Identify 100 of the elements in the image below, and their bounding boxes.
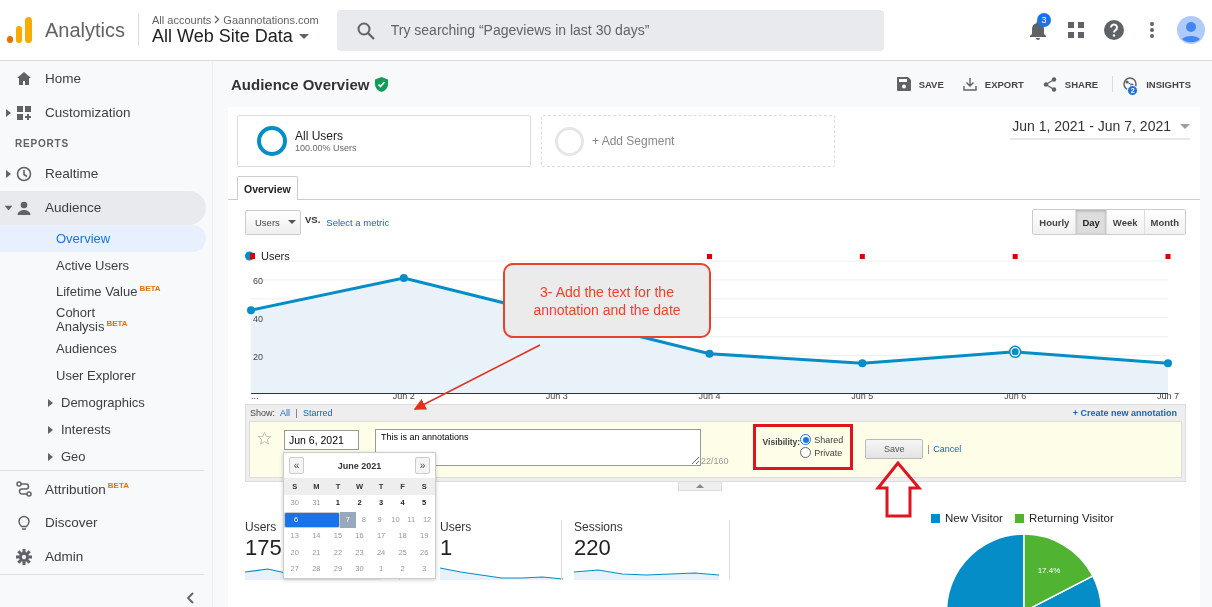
search-icon bbox=[356, 21, 375, 40]
granularity-button[interactable]: Day bbox=[1075, 210, 1106, 234]
caret-right-icon[interactable] bbox=[48, 452, 53, 461]
lightbulb-icon bbox=[16, 515, 32, 531]
view-selector[interactable]: All Web Site Data bbox=[152, 25, 319, 47]
nav-item[interactable]: Demographics bbox=[0, 389, 206, 416]
toolbar-action[interactable]: EXPORT bbox=[962, 77, 1024, 91]
add-segment-label: + Add Segment bbox=[592, 134, 675, 148]
axis-label: 20 bbox=[253, 351, 263, 362]
caret-down-icon bbox=[1180, 123, 1190, 129]
data-point[interactable] bbox=[399, 274, 408, 283]
caret-right-icon[interactable] bbox=[5, 109, 11, 117]
nav-item[interactable]: Admin bbox=[0, 540, 206, 574]
previous-month-button[interactable]: « bbox=[289, 457, 304, 474]
create-annotation-link[interactable]: + Create new annotation bbox=[1072, 408, 1177, 418]
caret-right-icon[interactable] bbox=[48, 425, 53, 434]
hovered-data-point[interactable] bbox=[1008, 345, 1022, 359]
avatar[interactable] bbox=[1177, 16, 1205, 44]
annotation-marker[interactable] bbox=[707, 254, 712, 259]
save-icon bbox=[896, 77, 911, 91]
axis-label: Jun 2 bbox=[392, 391, 415, 401]
apps-grid-icon[interactable] bbox=[1068, 22, 1084, 38]
nav-item[interactable]: Lifetime Value$^{BETA}$ bbox=[0, 279, 206, 306]
tab[interactable]: Overview bbox=[237, 176, 298, 200]
annotation-marker[interactable] bbox=[859, 254, 865, 259]
search-field[interactable]: Try searching “Pageviews in last 30 days” bbox=[336, 9, 884, 51]
visibility-radio[interactable]: Private bbox=[800, 447, 844, 458]
nav-item[interactable]: Interests bbox=[0, 416, 206, 443]
pointer-arrow bbox=[874, 460, 923, 518]
caret-down-icon[interactable] bbox=[4, 205, 12, 211]
save-annotation-button[interactable]: Save bbox=[865, 439, 924, 459]
granularity-button[interactable]: Week bbox=[1105, 210, 1144, 234]
metric-label: Users bbox=[440, 520, 472, 534]
nav-item[interactable]: Customization bbox=[0, 96, 206, 130]
caret-down-icon bbox=[298, 33, 309, 39]
granularity-button[interactable]: Hourly bbox=[1033, 210, 1076, 234]
caret-right-icon[interactable] bbox=[48, 398, 53, 407]
notification-badge: 3 bbox=[1037, 13, 1051, 27]
data-point[interactable] bbox=[858, 359, 867, 368]
toolbar-action[interactable]: SHARE bbox=[1042, 76, 1099, 92]
annotation-marker[interactable] bbox=[1012, 254, 1018, 259]
nav-item[interactable]: Audience bbox=[0, 191, 206, 225]
breadcrumb-link[interactable]: All accounts bbox=[152, 13, 212, 26]
nav-item[interactable]: Cohort Analysis$^{BETA}$ bbox=[0, 306, 206, 335]
legend-label: Returning Visitor bbox=[1028, 512, 1114, 524]
caret-up-icon bbox=[696, 484, 704, 488]
nav-item[interactable]: User Explorer bbox=[0, 362, 206, 389]
add-segment-card[interactable]: + Add Segment bbox=[541, 115, 835, 167]
radio-button[interactable] bbox=[800, 434, 812, 445]
nav-item[interactable]: Home bbox=[0, 62, 206, 96]
help-icon[interactable] bbox=[1104, 20, 1124, 40]
more-options-icon[interactable] bbox=[1150, 22, 1154, 38]
metric-dropdown[interactable]: Users bbox=[245, 209, 301, 235]
segment-card[interactable]: All Users 100.00% Users bbox=[237, 115, 531, 167]
share-icon bbox=[1042, 76, 1057, 92]
nav-item[interactable]: Realtime bbox=[0, 157, 206, 191]
visibility-label: Visibility: bbox=[762, 437, 801, 447]
collapse-chevron-icon[interactable] bbox=[186, 592, 194, 604]
metric-label: Users bbox=[245, 520, 277, 534]
dashboard-plus-icon bbox=[16, 105, 32, 121]
annotation-marker[interactable] bbox=[1165, 254, 1171, 259]
axis-label: 40 bbox=[253, 313, 263, 324]
download-icon bbox=[962, 77, 977, 91]
data-point[interactable] bbox=[1164, 359, 1172, 368]
visibility-radio[interactable]: Shared bbox=[800, 434, 844, 445]
date-range-picker[interactable]: Jun 1, 2021 - Jun 7, 2021 bbox=[1010, 118, 1190, 140]
nav-item[interactable]: Discover bbox=[0, 506, 206, 540]
person-icon bbox=[16, 200, 32, 216]
breadcrumb-link[interactable]: Gaannotations.com bbox=[223, 13, 319, 26]
nav-item[interactable]: Overview bbox=[0, 225, 206, 252]
instruction-callout: 3- Add the text for the annotation and the date bbox=[503, 263, 711, 338]
granularity-button[interactable]: Month bbox=[1143, 210, 1185, 234]
date-field[interactable]: Jun 6, 2021 bbox=[284, 430, 359, 450]
nav-item[interactable]: Attribution$^{BETA}$ bbox=[0, 472, 206, 506]
nav-item[interactable]: Active Users bbox=[0, 252, 206, 279]
collapse-tab[interactable] bbox=[678, 482, 722, 491]
metric-value: 175 bbox=[245, 535, 282, 561]
toolbar-action[interactable]: SAVE bbox=[896, 77, 944, 91]
radio-button[interactable] bbox=[800, 447, 812, 458]
legend-label: New Visitor bbox=[945, 512, 1003, 524]
metric-label: Sessions bbox=[574, 520, 623, 534]
beta-label: BETA bbox=[139, 284, 161, 294]
caret-right-icon[interactable] bbox=[5, 170, 11, 178]
home-icon bbox=[16, 71, 32, 87]
filter-link[interactable]: Starred bbox=[303, 408, 333, 418]
nav-item[interactable]: Geo bbox=[0, 443, 206, 470]
data-point[interactable] bbox=[247, 306, 255, 315]
axis-label: 60 bbox=[253, 275, 263, 286]
cancel-link[interactable]: Cancel bbox=[933, 444, 962, 454]
filter-link[interactable]: All bbox=[280, 408, 291, 418]
metric-value: 1 bbox=[440, 535, 453, 561]
next-month-button[interactable]: » bbox=[415, 457, 430, 474]
pie-slice[interactable] bbox=[1023, 533, 1094, 607]
nav-item[interactable]: Audiences bbox=[0, 335, 206, 362]
data-point[interactable] bbox=[705, 349, 714, 358]
show-label: Show: bbox=[250, 408, 275, 418]
select-metric-link[interactable]: Select a metric bbox=[326, 216, 390, 228]
legend-label: Users bbox=[261, 250, 290, 262]
star-icon[interactable] bbox=[257, 431, 272, 446]
clock-icon bbox=[16, 166, 32, 182]
